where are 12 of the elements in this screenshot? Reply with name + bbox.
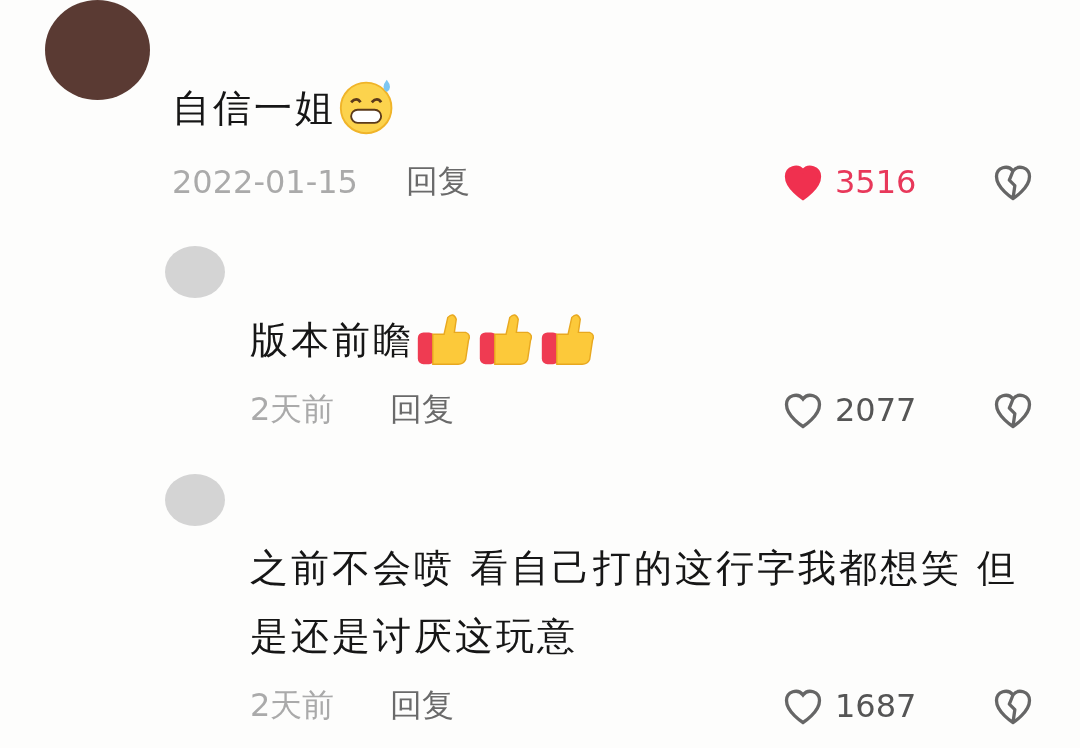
comment-text: 之前不会喷 看自己打的这行字我都想笑 但是还是讨厌这玩意 <box>250 545 1020 660</box>
like-count: 1687 <box>835 687 918 725</box>
comment-time: 2天前 <box>250 685 336 726</box>
comment-time: 2天前 <box>250 389 336 430</box>
reply-link[interactable]: 回复 <box>406 160 470 204</box>
comment-text: 版本前瞻 <box>250 306 1035 374</box>
comment-time: 2022-01-15 <box>172 163 359 201</box>
reply-link[interactable]: 回复 <box>390 684 454 728</box>
reply-link[interactable]: 回复 <box>390 388 454 432</box>
like-count: 3516 <box>835 163 918 201</box>
comment-text: 自信一姐 <box>172 74 1035 142</box>
like-count: 2077 <box>835 391 918 429</box>
